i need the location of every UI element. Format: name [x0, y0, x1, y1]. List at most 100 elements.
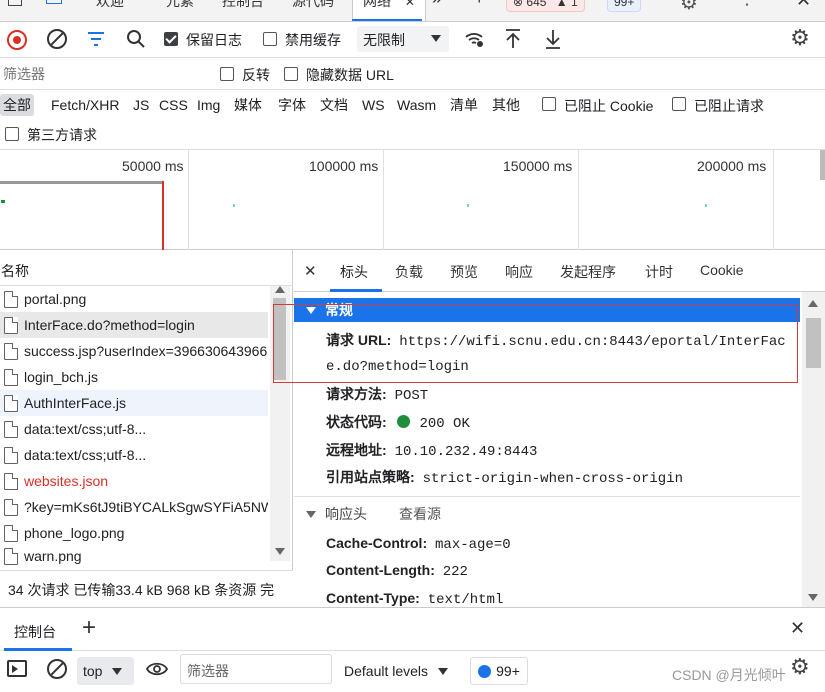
- tab-cookies[interactable]: Cookie: [700, 262, 744, 278]
- tab-timing[interactable]: 计时: [645, 262, 673, 282]
- general-section-header[interactable]: 常规: [294, 298, 800, 322]
- content-length-row: Content-Length: 222: [326, 562, 468, 580]
- request-row-selected[interactable]: InterFace.do?method=login: [0, 312, 268, 338]
- blocked-cookies-checkbox[interactable]: [542, 97, 556, 111]
- type-filter-ws[interactable]: WS: [359, 94, 388, 116]
- drawer-tab-console[interactable]: 控制台: [14, 622, 56, 642]
- request-row[interactable]: websites.json: [0, 468, 268, 494]
- add-drawer-tab-icon[interactable]: +: [82, 614, 96, 642]
- request-list-scrollbar[interactable]: [270, 286, 290, 561]
- settings-gear-icon[interactable]: ⚙: [680, 0, 698, 15]
- device-toolbar-icon[interactable]: [46, 0, 62, 4]
- filter-input[interactable]: [0, 62, 204, 86]
- export-har-icon[interactable]: [543, 28, 563, 50]
- close-drawer-icon[interactable]: ✕: [790, 618, 805, 639]
- type-filter-doc[interactable]: 文档: [317, 94, 351, 116]
- detail-scrollbar[interactable]: [802, 292, 825, 607]
- filter-funnel-icon[interactable]: [86, 29, 106, 49]
- tab-initiator[interactable]: 发起程序: [560, 262, 616, 282]
- tab-sources[interactable]: 源代码: [292, 0, 334, 11]
- invert-checkbox[interactable]: [220, 67, 234, 81]
- disable-cache-checkbox[interactable]: [263, 32, 277, 46]
- request-row[interactable]: warn.png: [0, 546, 268, 566]
- tab-welcome[interactable]: 欢迎: [96, 0, 124, 11]
- tab-elements[interactable]: 元素: [166, 0, 194, 11]
- hide-data-urls-checkbox[interactable]: [284, 67, 298, 81]
- request-row[interactable]: portal.png: [0, 286, 268, 312]
- request-url-key: 请求 URL:: [326, 332, 392, 348]
- response-headers-section-header[interactable]: 响应头 查看源: [294, 502, 800, 526]
- resource-type-filters: 全部 Fetch/XHR JS CSS Img 媒体 字体 文档 WS Wasm…: [0, 90, 825, 118]
- console-settings-gear-icon[interactable]: ⚙: [790, 654, 810, 680]
- import-har-icon[interactable]: [503, 28, 523, 50]
- record-stop-icon[interactable]: [7, 30, 27, 50]
- third-party-checkbox[interactable]: [5, 127, 19, 141]
- request-row[interactable]: ?key=mKs6tJ9tiBYCALkSgwSYFiA5NW: [0, 494, 268, 520]
- scroll-up-arrow-icon[interactable]: [808, 300, 818, 307]
- timeline-overview[interactable]: 50000 ms 100000 ms 150000 ms 200000 ms: [0, 150, 825, 250]
- network-settings-gear-icon[interactable]: ⚙: [789, 25, 811, 50]
- close-devtools-icon[interactable]: ✕: [796, 0, 811, 11]
- view-source-link[interactable]: 查看源: [399, 504, 441, 524]
- clear-slash: [50, 662, 64, 676]
- request-row[interactable]: phone_logo.png: [0, 520, 268, 546]
- request-method-row: 请求方法: POST: [326, 384, 428, 404]
- close-detail-icon[interactable]: ✕: [304, 262, 317, 280]
- tab-preview[interactable]: 预览: [450, 262, 478, 282]
- issues-badge[interactable]: 99+: [607, 0, 642, 12]
- log-levels-select[interactable]: Default levels: [340, 657, 458, 685]
- console-issues-badge[interactable]: 99+: [470, 657, 528, 685]
- errors-badge[interactable]: ⊗ 645 ▲ 1: [506, 0, 585, 12]
- scroll-down-arrow-icon[interactable]: [808, 594, 818, 601]
- request-row[interactable]: AuthInterFace.js: [0, 390, 268, 416]
- type-filter-wasm[interactable]: Wasm: [394, 94, 439, 116]
- live-expression-eye-icon[interactable]: [146, 660, 168, 678]
- type-filter-js[interactable]: JS: [130, 94, 152, 116]
- type-filter-img[interactable]: Img: [194, 94, 223, 116]
- timeline-selection-bar: [0, 181, 163, 184]
- new-tab-icon[interactable]: +: [474, 0, 485, 9]
- clear-icon[interactable]: [47, 29, 67, 49]
- network-conditions-icon[interactable]: [464, 29, 486, 49]
- type-filter-all[interactable]: 全部: [0, 94, 34, 116]
- tab-console[interactable]: 控制台: [222, 0, 264, 11]
- console-filter-input[interactable]: 筛选器: [180, 654, 332, 684]
- type-filter-css[interactable]: CSS: [156, 94, 191, 116]
- tab-response[interactable]: 响应: [505, 262, 533, 282]
- type-filter-other[interactable]: 其他: [489, 94, 523, 116]
- expand-triangle-icon: [306, 306, 316, 314]
- more-tabs-icon[interactable]: »: [432, 0, 442, 9]
- type-filter-font[interactable]: 字体: [275, 94, 309, 116]
- timeline-label: 150000 ms: [503, 158, 573, 174]
- close-tab-icon[interactable]: ✕: [405, 0, 415, 9]
- tab-headers[interactable]: 标头: [340, 262, 368, 282]
- scrollbar-thumb[interactable]: [273, 298, 286, 380]
- customize-menu-icon[interactable]: ⋮: [738, 0, 756, 9]
- timeline-scrollbar[interactable]: [820, 150, 825, 180]
- tab-payload[interactable]: 负载: [395, 262, 423, 282]
- request-row[interactable]: data:text/css;utf-8...: [0, 416, 268, 442]
- referrer-policy-key: 引用站点策略:: [326, 469, 415, 485]
- inspect-icon[interactable]: [8, 0, 22, 6]
- sidebar-toggle-icon[interactable]: [7, 660, 27, 677]
- type-filter-fetch-xhr[interactable]: Fetch/XHR: [48, 94, 122, 116]
- name-column-header[interactable]: 名称: [1, 261, 29, 283]
- type-filter-manifest[interactable]: 清单: [447, 94, 481, 116]
- timeline-request-dot: [1, 200, 5, 203]
- request-row[interactable]: login_bch.js: [0, 364, 268, 390]
- throttle-select[interactable]: 无限制: [357, 26, 449, 52]
- request-row[interactable]: success.jsp?userIndex=396630643966: [0, 338, 268, 364]
- scroll-down-arrow-icon[interactable]: [275, 548, 285, 555]
- request-name: AuthInterFace.js: [24, 395, 126, 411]
- type-filter-media[interactable]: 媒体: [231, 94, 265, 116]
- search-icon[interactable]: [126, 29, 146, 49]
- context-select[interactable]: top: [77, 657, 134, 685]
- remote-address-key: 远程地址:: [326, 442, 387, 458]
- request-row[interactable]: data:text/css;utf-8...: [0, 442, 268, 468]
- blocked-requests-checkbox[interactable]: [672, 97, 686, 111]
- scroll-up-arrow-icon[interactable]: [275, 286, 285, 293]
- scrollbar-thumb[interactable]: [806, 318, 821, 368]
- clear-console-icon[interactable]: [47, 659, 67, 679]
- tab-network[interactable]: 网络 ✕: [352, 0, 426, 21]
- preserve-log-checkbox[interactable]: [164, 32, 178, 46]
